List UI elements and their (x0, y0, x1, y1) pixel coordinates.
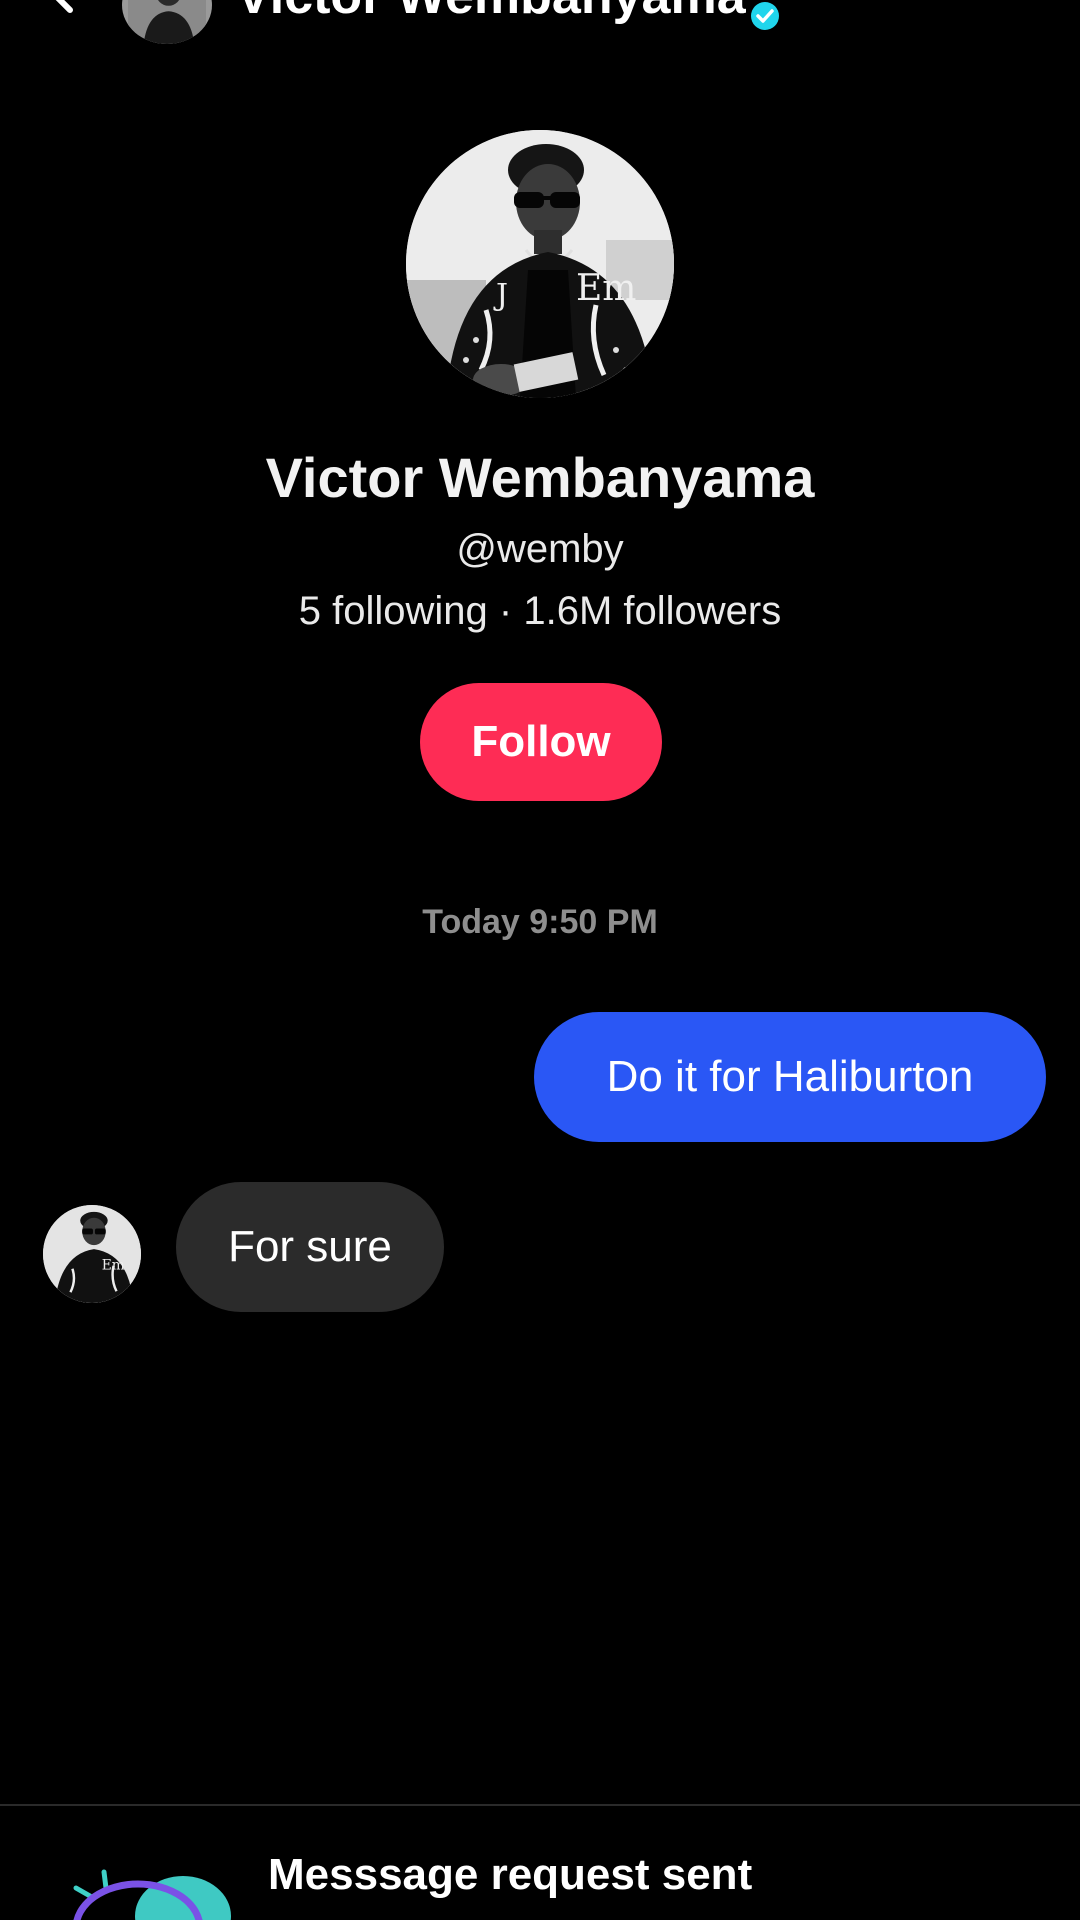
header-title-text: Victor Wembanyama (236, 0, 746, 25)
received-message-bubble[interactable]: For sure (176, 1182, 444, 1312)
profile-photo: Em J (406, 130, 674, 398)
chevron-left-icon (55, 0, 73, 13)
svg-text:Em: Em (576, 268, 636, 309)
message-request-icon (68, 1858, 238, 1920)
profile-stats: 5 following · 1.6M followers (298, 589, 782, 633)
svg-text:J: J (493, 278, 508, 313)
verified-badge-icon (750, 0, 780, 31)
banner-divider (0, 1804, 1080, 1806)
chat-screen: Victor Wembanyama (0, 0, 1080, 1920)
request-sent-title: Messsage request sent (268, 1850, 753, 1899)
back-button[interactable] (30, 0, 90, 20)
svg-text:Em: Em (102, 1258, 125, 1274)
profile-avatar[interactable]: Em J (406, 130, 674, 398)
sender-avatar-photo: Em (43, 1205, 141, 1303)
follow-button[interactable]: Follow (420, 683, 662, 801)
profile-handle: @wemby (456, 527, 624, 571)
more-dots-icon (970, 0, 1040, 8)
header-avatar[interactable] (122, 0, 212, 44)
avatar-photo (128, 0, 206, 44)
top-bar: Victor Wembanyama (0, 0, 1080, 60)
sent-message-bubble[interactable]: Do it for Haliburton (534, 1012, 1046, 1142)
message-timestamp: Today 9:50 PM (422, 903, 658, 941)
sender-avatar[interactable]: Em (43, 1205, 141, 1303)
header-title: Victor Wembanyama (236, 0, 780, 31)
profile-name: Victor Wembanyama (265, 446, 815, 509)
more-options-button[interactable] (970, 0, 1040, 8)
